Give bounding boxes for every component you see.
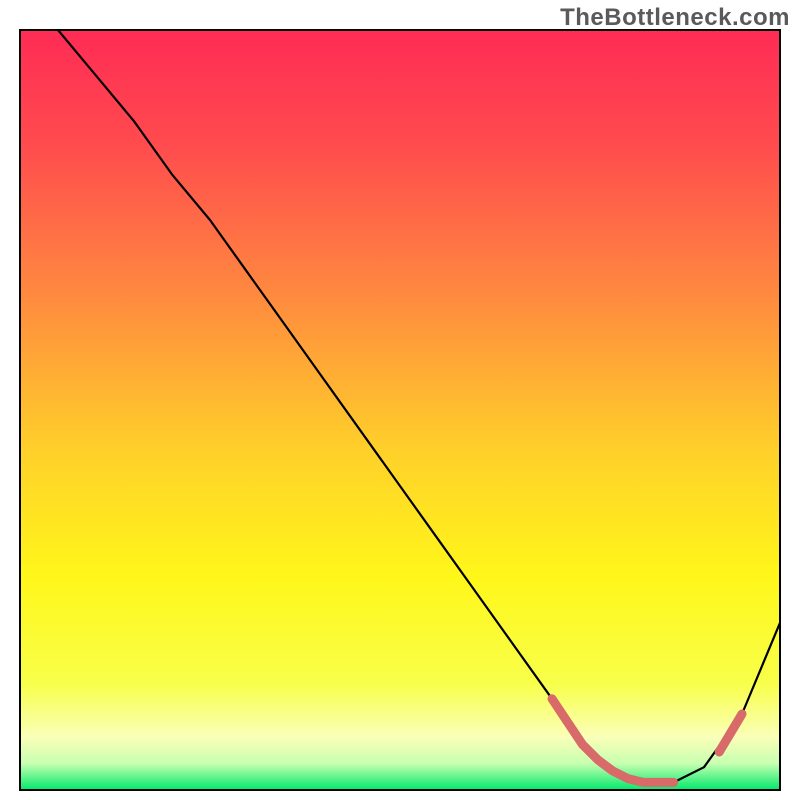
chart-svg xyxy=(0,0,800,800)
chart-container: TheBottleneck.com xyxy=(0,0,800,800)
plot-background xyxy=(20,30,780,790)
